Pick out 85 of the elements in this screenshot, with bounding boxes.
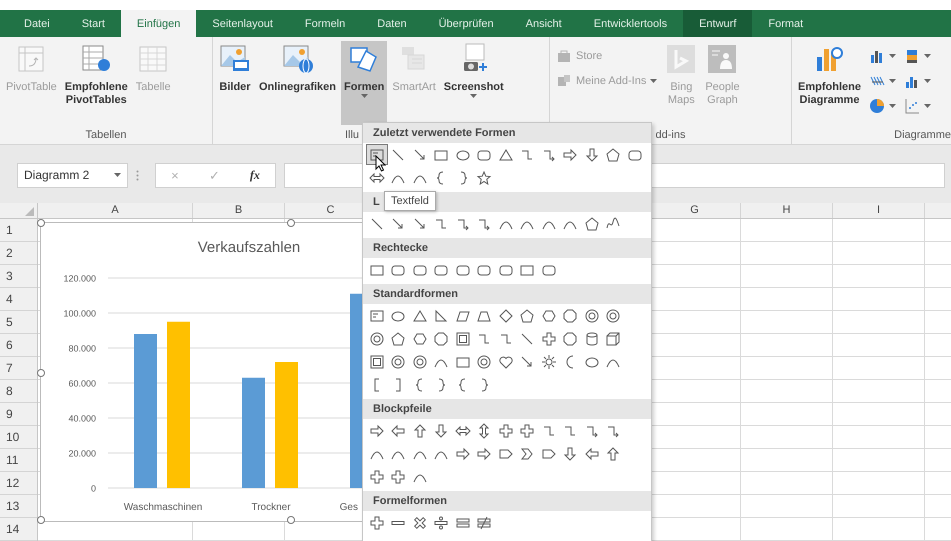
caret-icon	[888, 104, 896, 108]
ribbon-tab[interactable]: Ansicht	[510, 10, 578, 37]
text-box-icon[interactable]	[366, 144, 388, 165]
group-label: dd-ins	[656, 128, 686, 140]
axis-label: 80.000	[68, 344, 96, 354]
ribbon-button[interactable]: Formen	[341, 41, 388, 125]
scatter-chart-icon	[904, 98, 920, 114]
column-header[interactable]: H	[741, 203, 833, 218]
section-header: Standardformen	[373, 288, 458, 300]
ribbon-button[interactable]: Empfohlene PivotTables	[62, 41, 131, 125]
axis-label: Trockner	[251, 502, 291, 513]
axis-label: 120.000	[63, 274, 96, 284]
axis-label: 20.000	[68, 448, 96, 458]
caret-icon	[888, 54, 896, 58]
group-label: Diagramme	[894, 128, 951, 140]
row-header[interactable]: 2	[6, 246, 13, 260]
axis-label: 100.000	[63, 308, 96, 318]
resize-handle[interactable]	[37, 516, 45, 524]
caret-icon	[924, 54, 931, 58]
tile-icon	[665, 43, 698, 75]
row-header[interactable]: 11	[6, 453, 18, 467]
ribbon-button[interactable]: Empfohlene Diagramme	[795, 41, 864, 125]
grip-icon	[136, 170, 139, 180]
caret-icon	[650, 79, 658, 83]
column-header[interactable]: I	[833, 203, 925, 218]
axis-label: Ges	[340, 502, 358, 513]
caret-icon	[924, 104, 931, 108]
row-header[interactable]: 1	[6, 223, 13, 237]
resize-handle[interactable]	[287, 516, 295, 524]
row-header[interactable]: 13	[6, 499, 20, 513]
insert-function-button[interactable]: fx	[246, 168, 264, 182]
chart-area[interactable]: Verkaufszahlen 0 20.000 40.000 60.000 80.000 100.000 120.000 Waschmaschinen Trockner Ges	[40, 222, 362, 522]
resize-handle[interactable]	[287, 219, 295, 227]
caret-icon	[470, 94, 478, 98]
pie-chart-icon	[868, 98, 885, 114]
column-header[interactable]: A	[38, 203, 193, 218]
caret-icon	[924, 79, 931, 83]
row-header[interactable]: 14	[6, 522, 20, 536]
row-header[interactable]: 7	[6, 361, 13, 375]
ribbon-tab[interactable]: Einfügen	[120, 10, 196, 37]
section-header: Formelformen	[373, 495, 447, 507]
ribbon-button[interactable]: Screenshot	[440, 41, 507, 125]
section-header: Blockpfeile	[373, 403, 432, 415]
group-label: Illu	[344, 128, 359, 140]
picture-icon	[282, 43, 314, 75]
ribbon-tab[interactable]: Start	[66, 10, 121, 37]
ribbon-tab[interactable]: Daten	[361, 10, 423, 37]
row-header[interactable]: 4	[6, 292, 13, 306]
resize-handle[interactable]	[37, 219, 45, 227]
ribbon-tab[interactable]: Formeln	[288, 10, 362, 37]
row-header[interactable]: 12	[6, 476, 20, 490]
chart-title: Verkaufszahlen	[198, 239, 300, 256]
caret-icon	[888, 79, 896, 83]
row-header[interactable]: 10	[6, 430, 20, 444]
ribbon-tab[interactable]: Überprüfen	[422, 10, 510, 37]
store-icon	[556, 48, 572, 64]
section-header: Rechtecke	[373, 242, 428, 254]
ribbon-tab[interactable]: Entwurf	[683, 10, 752, 37]
axis-label: 60.000	[68, 378, 96, 388]
column-header[interactable]: B	[193, 203, 285, 218]
row-header[interactable]: 9	[6, 407, 13, 421]
bar-chart-icon	[868, 48, 885, 64]
ribbon-button[interactable]: Bilder	[216, 41, 254, 125]
row-header[interactable]: 3	[6, 269, 13, 283]
cursor-icon	[375, 155, 386, 172]
ribbon-tab[interactable]: Format	[752, 10, 820, 37]
caret-icon	[114, 173, 121, 177]
ribbon-button[interactable]: Onlinegrafiken	[256, 41, 340, 125]
ribbon-tab[interactable]: Entwicklertools	[578, 10, 684, 37]
axis-label: Waschmaschinen	[124, 502, 202, 513]
caret-icon	[360, 94, 368, 98]
name-box[interactable]: Diagramm 2	[17, 162, 128, 188]
axis-label: 0	[90, 484, 96, 494]
row-header[interactable]: 5	[6, 315, 13, 329]
tooltip: Textfeld	[384, 191, 436, 211]
axis-label: 40.000	[68, 414, 96, 424]
resize-handle[interactable]	[37, 369, 45, 377]
row-header[interactable]: 8	[6, 384, 13, 398]
add-in-icon	[556, 73, 572, 89]
row-header[interactable]: 6	[6, 338, 13, 352]
ribbon-tab[interactable]: Datei	[8, 10, 66, 37]
section-header: Zuletzt verwendete Formen	[373, 127, 516, 139]
person-icon	[706, 43, 738, 75]
ribbon-tab[interactable]: Seitenlayout	[196, 10, 289, 37]
group-label: Tabellen	[86, 128, 126, 140]
